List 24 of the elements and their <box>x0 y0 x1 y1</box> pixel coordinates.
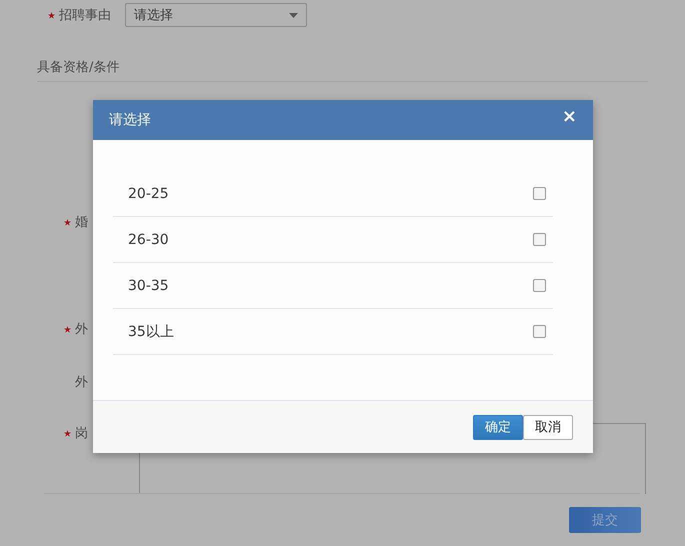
field-label: 外 <box>75 321 88 338</box>
confirm-button[interactable]: 确定 <box>473 414 523 440</box>
field-label: 婚 <box>75 214 88 231</box>
section-title: 具备资格/条件 <box>37 58 648 82</box>
option-row[interactable]: 20-25 <box>113 171 553 217</box>
checkbox[interactable] <box>533 233 546 246</box>
close-button[interactable]: × <box>562 106 577 126</box>
reason-select[interactable]: 请选择 <box>125 3 307 27</box>
field-label: 岗 <box>75 425 88 442</box>
field-label: 招聘事由 <box>59 7 111 24</box>
checkbox[interactable] <box>533 325 546 338</box>
option-row[interactable]: 35以上 <box>113 309 553 355</box>
checkbox[interactable] <box>533 187 546 200</box>
field-label: 外 <box>75 374 88 391</box>
option-label: 26-30 <box>128 232 169 248</box>
checkbox[interactable] <box>533 279 546 292</box>
cancel-button[interactable]: 取消 <box>523 414 573 440</box>
option-label: 30-35 <box>128 278 169 294</box>
option-label: 35以上 <box>128 322 174 340</box>
option-row[interactable]: 26-30 <box>113 217 553 263</box>
option-row[interactable]: 30-35 <box>113 263 553 309</box>
dialog-title: 请选择 <box>109 111 151 129</box>
caret-icon <box>289 12 298 18</box>
option-label: 20-25 <box>128 186 169 202</box>
